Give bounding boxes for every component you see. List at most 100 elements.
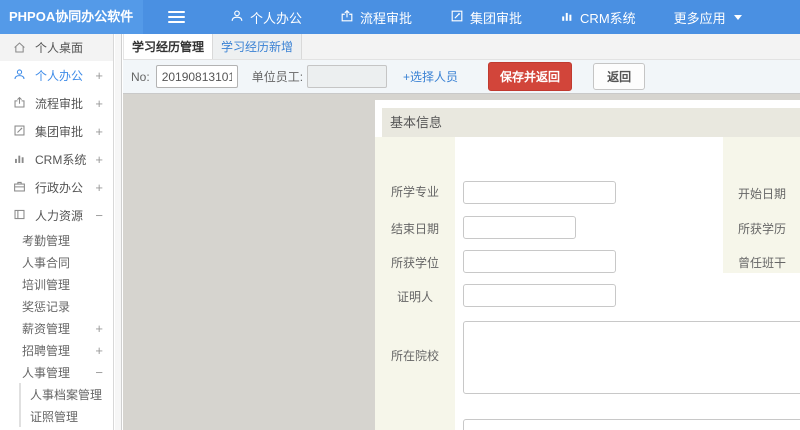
sidebar-subitem-label: 人事合同 xyxy=(22,255,71,270)
form-panel: 基本信息 所学专业 开始日期 结束日期 所获学历 所获学位 曾任班干 证明人 所 xyxy=(375,100,800,430)
field-label-reference-person: 证明人 xyxy=(396,290,433,304)
form-toolbar: No: 单位员工: +选择人员 保存并返回 返回 xyxy=(123,60,800,94)
reference-person-input[interactable] xyxy=(463,284,616,307)
save-and-return-button[interactable]: 保存并返回 xyxy=(488,62,573,91)
employee-input[interactable] xyxy=(307,65,388,88)
field-label-end-date: 结束日期 xyxy=(390,222,439,236)
sidebar-item-personal-office[interactable]: 个人办公 + xyxy=(0,61,113,89)
sidebar-subitem-label: 培训管理 xyxy=(22,277,71,292)
sidebar-item-workflow-approval[interactable]: 流程审批 + xyxy=(0,89,113,117)
field-label-degree-obtained: 所获学历 xyxy=(737,222,786,236)
expand-plus-icon[interactable]: + xyxy=(95,343,103,358)
section-title: 基本信息 xyxy=(382,108,800,137)
sidebar-subitem-recruitment[interactable]: 招聘管理 + xyxy=(0,339,113,361)
form-body: 所学专业 开始日期 结束日期 所获学历 所获学位 曾任班干 证明人 所在院校 院… xyxy=(375,137,800,430)
menu-icon[interactable] xyxy=(168,11,185,23)
upload-icon xyxy=(340,9,354,26)
back-button[interactable]: 返回 xyxy=(593,63,646,90)
sidebar-item-human-resources[interactable]: 人力资源 − xyxy=(0,201,113,229)
edit-icon xyxy=(450,9,464,26)
sidebar-subitem-personnel-management[interactable]: 人事管理 − xyxy=(0,361,113,383)
field-label-school: 所在院校 xyxy=(390,349,439,363)
sidebar-item-admin-office[interactable]: 行政办公 + xyxy=(0,173,113,201)
sidebar-subitem-label: 招聘管理 xyxy=(22,343,71,358)
major-input[interactable] xyxy=(463,181,616,204)
briefcase-icon xyxy=(13,180,27,194)
tab-label: 学习经历管理 xyxy=(132,40,205,54)
academic-degree-input[interactable] xyxy=(463,250,616,273)
sidebar-subitem-label: 奖惩记录 xyxy=(22,299,71,314)
nav-more-apps[interactable]: 更多应用 xyxy=(655,0,761,34)
main-area: 学习经历管理 学习经历新增 No: 单位员工: +选择人员 保存并返回 返回 基… xyxy=(123,34,800,430)
caret-down-icon xyxy=(733,14,742,20)
sidebar-item-label: 集团审批 xyxy=(35,124,84,139)
edit-icon xyxy=(13,124,27,138)
chart-icon xyxy=(13,152,27,166)
app-logo: PHPOA协同办公软件 xyxy=(0,0,143,34)
tab-label: 学习经历新增 xyxy=(221,40,294,54)
home-icon xyxy=(13,41,27,55)
sidebar-subitem-label: 人事管理 xyxy=(22,365,71,380)
sidebar-item-label: 流程审批 xyxy=(35,96,84,111)
nav-group-approval[interactable]: 集团审批 xyxy=(431,0,541,34)
expand-plus-icon[interactable]: + xyxy=(95,124,103,139)
book-icon xyxy=(13,208,27,222)
sidebar-subitem-hr-contract[interactable]: 人事合同 xyxy=(0,251,113,273)
no-input[interactable] xyxy=(155,65,238,88)
expand-plus-icon[interactable]: + xyxy=(95,96,103,111)
sidebar-item-group-approval[interactable]: 集团审批 + xyxy=(0,117,113,145)
collapse-minus-icon[interactable]: − xyxy=(95,208,103,223)
app-window: PHPOA协同办公软件 个人办公 流程审批 集团审批 CRM系统 更多应用 个人… xyxy=(0,0,800,430)
expand-plus-icon[interactable]: + xyxy=(95,68,103,83)
sidebar-item-label: 行政办公 xyxy=(35,180,84,195)
expand-plus-icon[interactable]: + xyxy=(95,152,103,167)
nav-crm-system[interactable]: CRM系统 xyxy=(541,0,655,34)
no-label: No: xyxy=(131,69,150,84)
nav-personal-office[interactable]: 个人办公 xyxy=(211,0,321,34)
nav-workflow-approval[interactable]: 流程审批 xyxy=(321,0,431,34)
school-location-textarea[interactable] xyxy=(463,419,800,430)
content-area: 基本信息 所学专业 开始日期 结束日期 所获学历 所获学位 曾任班干 证明人 所 xyxy=(123,94,800,430)
select-person-link[interactable]: +选择人员 xyxy=(403,68,458,85)
sidebar-item-label: CRM系统 xyxy=(35,152,87,167)
sidebar: 个人桌面 个人办公 + 流程审批 + 集团审批 + CRM系统 + 行政办公 + xyxy=(0,34,114,430)
sidebar-subitem-label: 薪资管理 xyxy=(22,321,71,336)
end-date-input[interactable] xyxy=(463,216,576,239)
field-label-start-date: 开始日期 xyxy=(737,187,786,201)
sidebar-item-personnel-files[interactable]: 人事档案管理 xyxy=(21,383,113,405)
field-label-class-cadre: 曾任班干 xyxy=(737,256,786,270)
chart-icon xyxy=(560,9,574,26)
field-label-major: 所学专业 xyxy=(390,185,439,199)
field-label-academic-degree: 所获学位 xyxy=(390,256,439,270)
top-header-bar: PHPOA协同办公软件 个人办公 流程审批 集团审批 CRM系统 更多应用 xyxy=(0,0,800,34)
nav-label: 集团审批 xyxy=(470,10,523,26)
sidebar-scrollbar[interactable] xyxy=(115,34,122,430)
tab-study-experience-new[interactable]: 学习经历新增 xyxy=(213,34,303,59)
collapse-minus-icon[interactable]: − xyxy=(95,365,103,380)
sidebar-item-label: 个人办公 xyxy=(35,68,84,83)
nav-label: CRM系统 xyxy=(580,10,636,26)
employee-label: 单位员工: xyxy=(251,70,304,84)
right-label-column xyxy=(723,137,800,273)
sidebar-item-crm-system[interactable]: CRM系统 + xyxy=(0,145,113,173)
expand-plus-icon[interactable]: + xyxy=(95,321,103,336)
nav-label: 流程审批 xyxy=(360,10,413,26)
sidebar-level3-group: 人事档案管理 证照管理 xyxy=(19,383,113,427)
sidebar-subitem-label: 考勤管理 xyxy=(22,233,71,248)
sidebar-subitem-training[interactable]: 培训管理 xyxy=(0,273,113,295)
user-icon xyxy=(13,68,27,82)
sidebar-subitem-salary[interactable]: 薪资管理 + xyxy=(0,317,113,339)
sidebar-subitem-rewards-punishments[interactable]: 奖惩记录 xyxy=(0,295,113,317)
sidebar-item-label: 证照管理 xyxy=(30,409,79,424)
user-icon xyxy=(230,9,244,26)
top-nav: 个人办公 流程审批 集团审批 CRM系统 更多应用 xyxy=(211,0,761,34)
sidebar-item-personal-desktop[interactable]: 个人桌面 xyxy=(0,34,113,61)
nav-label: 更多应用 xyxy=(673,10,726,26)
sidebar-subitem-attendance[interactable]: 考勤管理 xyxy=(0,229,113,251)
expand-plus-icon[interactable]: + xyxy=(95,180,103,195)
school-textarea[interactable] xyxy=(463,321,800,394)
left-label-column xyxy=(375,137,455,430)
sidebar-item-label: 人事档案管理 xyxy=(30,387,103,402)
tab-study-experience-management[interactable]: 学习经历管理 xyxy=(123,34,214,59)
sidebar-item-certificates[interactable]: 证照管理 xyxy=(21,405,113,427)
